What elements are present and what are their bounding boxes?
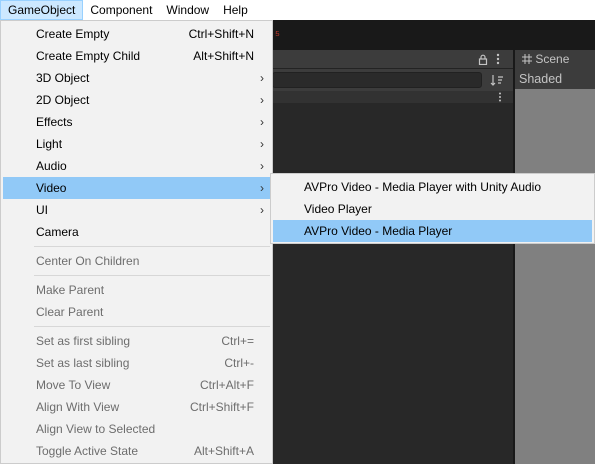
menu-item-label: Effects: [36, 115, 73, 129]
menu-item-ui[interactable]: UI ›: [3, 199, 270, 221]
menu-item-label: Align With View: [36, 400, 120, 414]
menu-item-move-to-view: Move To View Ctrl+Alt+F: [3, 374, 270, 396]
menu-item-align-view-to-selected: Align View to Selected: [3, 418, 270, 440]
menu-item-audio[interactable]: Audio ›: [3, 155, 270, 177]
menu-item-set-last-sibling: Set as last sibling Ctrl+-: [3, 352, 270, 374]
menu-separator: [34, 326, 270, 327]
scene-tab-label: Scene: [535, 52, 570, 66]
menu-item-label: Move To View: [36, 378, 111, 392]
chevron-right-icon: ›: [260, 137, 264, 151]
submenu-item-label: Video Player: [304, 202, 372, 216]
video-submenu: AVPro Video - Media Player with Unity Au…: [270, 173, 595, 244]
menu-item-label: 2D Object: [36, 93, 90, 107]
chevron-right-icon: ›: [260, 71, 264, 85]
tab-scene[interactable]: Scene: [515, 50, 595, 69]
hierarchy-scene-row: [270, 91, 513, 103]
menu-item-shortcut: Ctrl+Shift+N: [188, 27, 254, 41]
menu-item-shortcut: Ctrl+-: [224, 356, 254, 370]
menu-item-label: Make Parent: [36, 283, 105, 297]
chevron-right-icon: ›: [260, 115, 264, 129]
shading-mode-label: Shaded: [519, 72, 563, 86]
menu-item-create-empty[interactable]: Create Empty Ctrl+Shift+N: [3, 23, 270, 45]
kebab-menu-icon[interactable]: [496, 53, 500, 68]
menu-item-center-on-children: Center On Children: [3, 250, 270, 272]
menu-item-shortcut: Alt+Shift+N: [193, 49, 254, 63]
chevron-right-icon: ›: [260, 159, 264, 173]
hierarchy-panel: [270, 50, 513, 464]
menu-item-create-empty-child[interactable]: Create Empty Child Alt+Shift+N: [3, 45, 270, 67]
menu-item-label: Clear Parent: [36, 305, 104, 319]
menu-window[interactable]: Window: [159, 0, 216, 20]
hierarchy-sort-icon[interactable]: [490, 74, 504, 89]
menu-item-3d-object[interactable]: 3D Object ›: [3, 67, 270, 89]
menu-item-label: Center On Children: [36, 254, 140, 268]
menu-item-label: Toggle Active State: [36, 444, 139, 458]
menu-item-camera[interactable]: Camera: [3, 221, 270, 243]
menu-item-clear-parent: Clear Parent: [3, 301, 270, 323]
menu-item-label: Camera: [36, 225, 79, 239]
submenu-item-avpro-media-player[interactable]: AVPro Video - Media Player: [273, 220, 592, 242]
menu-item-label: Create Empty: [36, 27, 110, 41]
menu-item-label: Audio: [36, 159, 67, 173]
menu-item-video[interactable]: Video ›: [3, 177, 270, 199]
menu-item-set-first-sibling: Set as first sibling Ctrl+=: [3, 330, 270, 352]
kebab-menu-icon[interactable]: [498, 92, 502, 105]
scene-grid-icon: [522, 52, 535, 66]
menu-component[interactable]: Component: [83, 0, 159, 20]
menu-item-shortcut: Ctrl+=: [221, 334, 254, 348]
menu-item-label: Set as first sibling: [36, 334, 131, 348]
submenu-item-label: AVPro Video - Media Player: [304, 224, 453, 238]
menu-item-label: Light: [36, 137, 63, 151]
menu-item-toggle-active-state: Toggle Active State Alt+Shift+A: [3, 440, 270, 462]
menu-help[interactable]: Help: [216, 0, 255, 20]
menu-item-light[interactable]: Light ›: [3, 133, 270, 155]
chevron-right-icon: ›: [260, 203, 264, 217]
menu-item-label: 3D Object: [36, 71, 90, 85]
menu-gameobject[interactable]: GameObject: [0, 0, 84, 20]
menu-item-label: UI: [36, 203, 48, 217]
chevron-right-icon: ›: [260, 93, 264, 107]
submenu-item-video-player[interactable]: Video Player: [273, 198, 592, 220]
menu-item-effects[interactable]: Effects ›: [3, 111, 270, 133]
menu-item-shortcut: Ctrl+Alt+F: [199, 378, 254, 392]
collab-status-icon: ⁵: [275, 28, 280, 42]
menu-item-label: Video: [36, 181, 67, 195]
scene-panel: Scene Shaded: [515, 50, 595, 464]
menu-item-label: Set as last sibling: [36, 356, 130, 370]
menu-separator: [34, 275, 270, 276]
menu-item-make-parent: Make Parent: [3, 279, 270, 301]
menu-item-align-with-view: Align With View Ctrl+Shift+F: [3, 396, 270, 418]
menu-item-2d-object[interactable]: 2D Object ›: [3, 89, 270, 111]
hierarchy-search-row: [270, 69, 513, 91]
submenu-item-avpro-unity-audio[interactable]: AVPro Video - Media Player with Unity Au…: [273, 176, 592, 198]
shading-mode-dropdown[interactable]: Shaded: [515, 69, 595, 89]
gameobject-dropdown-menu: Create Empty Ctrl+Shift+N Create Empty C…: [0, 20, 273, 464]
menu-bar: GameObject Component Window Help: [0, 0, 595, 20]
menu-separator: [34, 246, 270, 247]
lock-icon[interactable]: [478, 54, 488, 68]
menu-item-label: Create Empty Child: [36, 49, 141, 63]
chevron-right-icon: ›: [260, 181, 264, 195]
hierarchy-search-input[interactable]: [272, 72, 482, 88]
menu-item-label: Align View to Selected: [36, 422, 156, 436]
menu-item-shortcut: Alt+Shift+A: [193, 444, 254, 458]
menu-item-shortcut: Ctrl+Shift+F: [189, 400, 254, 414]
hierarchy-header: [270, 50, 513, 69]
submenu-item-label: AVPro Video - Media Player with Unity Au…: [304, 180, 542, 194]
